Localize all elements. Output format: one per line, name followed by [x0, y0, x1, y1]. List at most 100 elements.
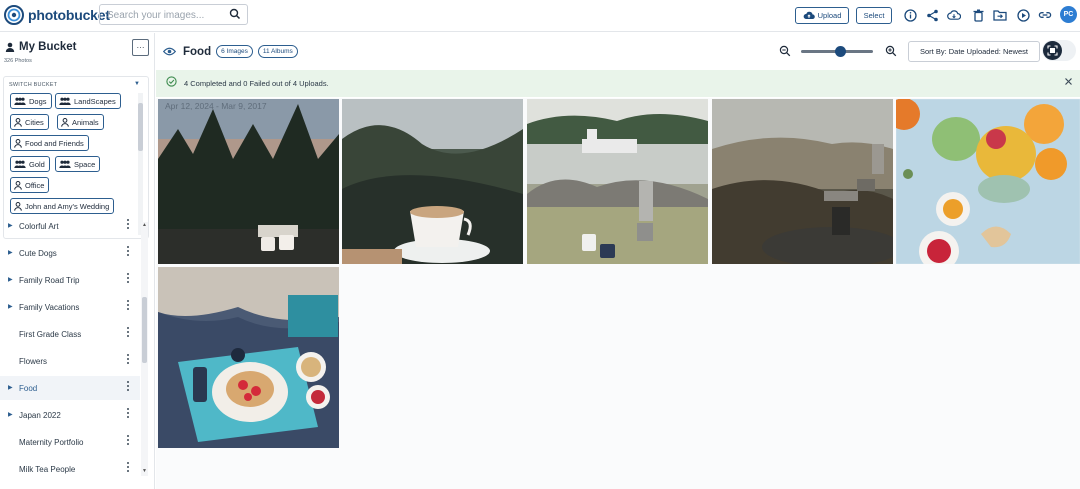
bucket-chip-dogs[interactable]: Dogs: [10, 93, 52, 109]
sort-dropdown[interactable]: Sort By: Date Uploaded: Newest: [908, 41, 1040, 62]
album-header: Food 6 Images 11 Albums Sort By: Date Up…: [156, 33, 1080, 69]
album-item-maternity-portfolio[interactable]: Maternity Portfolio: [0, 430, 140, 454]
link-icon[interactable]: [1038, 8, 1052, 22]
photo-thumbnail-breakfast-tray-bed[interactable]: [158, 267, 339, 448]
bucket-chip-food-and-friends[interactable]: Food and Friends: [10, 135, 89, 151]
cloud-download-icon[interactable]: [947, 8, 961, 22]
photo-coffee-mountain-view-image: [342, 99, 523, 264]
select-button[interactable]: Select: [856, 7, 892, 24]
bucket-chip-cities[interactable]: Cities: [10, 114, 49, 130]
search-input[interactable]: [100, 6, 220, 25]
kebab-menu-icon[interactable]: [125, 246, 131, 256]
album-item-flowers[interactable]: Flowers: [0, 349, 140, 373]
fullscreen-icon: [1047, 45, 1058, 56]
bucket-chip-label: Dogs: [29, 96, 47, 106]
caret-right-icon[interactable]: ▶: [8, 249, 13, 256]
bucket-title: My Bucket: [19, 41, 77, 53]
upload-button[interactable]: Upload: [795, 7, 849, 24]
bucket-chip-office[interactable]: Office: [10, 177, 50, 193]
album-label: Family Vacations: [19, 302, 80, 312]
bucket-chip-label: Space: [74, 159, 96, 169]
album-label: Family Road Trip: [19, 275, 80, 285]
close-icon[interactable]: [1064, 77, 1073, 86]
album-list-scrollbar[interactable]: ▲ ▼: [141, 222, 148, 476]
zoom-in-icon[interactable]: [885, 45, 897, 57]
album-label: Colorful Art: [19, 221, 59, 231]
kebab-menu-icon[interactable]: [125, 300, 131, 310]
caret-right-icon[interactable]: ▶: [8, 276, 13, 283]
bucket-chip-label: LandScapes: [74, 96, 116, 106]
upload-label: Upload: [817, 11, 842, 20]
move-to-folder-icon[interactable]: [993, 8, 1007, 22]
bucket-chip-gold[interactable]: Gold: [10, 156, 50, 172]
photo-thumbnail-coffee-mountain-view[interactable]: [342, 99, 523, 264]
chevron-down-icon[interactable]: ▼: [134, 81, 140, 87]
info-icon[interactable]: [903, 8, 917, 22]
album-label: Japan 2022: [19, 410, 61, 420]
person-icon: [14, 138, 22, 148]
zoom-out-icon[interactable]: [779, 45, 791, 57]
caret-right-icon[interactable]: ▶: [8, 384, 13, 391]
albums-count-pill[interactable]: 11 Albums: [257, 45, 298, 58]
bucket-chip-john-and-amys-wedding[interactable]: John and Amy's Wedding: [10, 198, 115, 214]
person-icon: [61, 117, 69, 127]
eye-icon[interactable]: [163, 47, 176, 56]
caret-right-icon[interactable]: ▶: [8, 303, 13, 310]
trash-icon[interactable]: [971, 8, 985, 22]
group-icon: [59, 97, 71, 105]
bucket-chip-label: Gold: [29, 159, 45, 169]
switch-bucket-label: SWITCH BUCKET: [9, 82, 58, 88]
search-icon[interactable]: [229, 8, 241, 20]
photo-coffee-cups-forest-image: [158, 99, 339, 264]
photo-thumbnail-camping-coffee-lake[interactable]: [527, 99, 708, 264]
share-icon[interactable]: [925, 8, 939, 22]
kebab-menu-icon[interactable]: [125, 462, 131, 472]
avatar[interactable]: PC: [1060, 6, 1077, 23]
photo-smoothie-bowls-image: [896, 99, 1080, 264]
kebab-menu-icon[interactable]: [125, 408, 131, 418]
scroll-up-arrow-icon[interactable]: ▲: [142, 222, 147, 228]
photo-gallery: Apr 12, 2024 - Mar 9, 2017: [156, 98, 1080, 489]
album-item-family-vacations[interactable]: ▶ Family Vacations: [0, 295, 140, 319]
caret-right-icon[interactable]: ▶: [8, 222, 13, 229]
bucket-chip-animals[interactable]: Animals: [57, 114, 104, 130]
kebab-menu-icon[interactable]: [125, 354, 131, 364]
bucket-chip-space[interactable]: Space: [55, 156, 101, 172]
group-icon: [14, 97, 26, 105]
photo-camp-stove-coffee-image: [712, 99, 893, 264]
view-toggle-knob: [1043, 41, 1062, 60]
album-item-food[interactable]: ▶ Food: [0, 376, 140, 400]
search-box: [99, 4, 248, 25]
album-item-milk-tea-people[interactable]: Milk Tea People: [0, 457, 140, 481]
album-label: Food: [19, 383, 38, 393]
photo-thumbnail-smoothie-bowls[interactable]: [896, 99, 1080, 264]
kebab-menu-icon[interactable]: [125, 219, 131, 229]
person-icon: [14, 117, 22, 127]
photo-thumbnail-camp-stove-coffee[interactable]: [712, 99, 893, 264]
slideshow-play-icon[interactable]: [1016, 8, 1030, 22]
view-toggle[interactable]: [1042, 40, 1076, 61]
kebab-menu-icon[interactable]: [125, 435, 131, 445]
kebab-menu-icon[interactable]: [125, 327, 131, 337]
album-title: Food: [183, 45, 212, 58]
album-item-family-road-trip[interactable]: ▶ Family Road Trip: [0, 268, 140, 292]
album-label: Milk Tea People: [19, 464, 76, 474]
kebab-menu-icon[interactable]: [125, 273, 131, 283]
photo-breakfast-tray-bed-image: [158, 267, 339, 448]
zoom-slider[interactable]: [801, 46, 873, 57]
album-item-japan-2022[interactable]: ▶ Japan 2022: [0, 403, 140, 427]
caret-right-icon[interactable]: ▶: [8, 411, 13, 418]
zoom-slider-knob[interactable]: [835, 46, 847, 57]
photobucket-logo[interactable]: photobucket: [4, 4, 110, 26]
person-icon: [5, 42, 15, 52]
album-item-first-grade-class[interactable]: First Grade Class: [0, 322, 140, 346]
album-label: Flowers: [19, 356, 48, 366]
scroll-down-arrow-icon[interactable]: ▼: [142, 468, 147, 474]
bucket-chip-landscapes[interactable]: LandScapes: [55, 93, 121, 109]
upload-status-alert: 4 Completed and 0 Failed out of 4 Upload…: [156, 70, 1080, 97]
album-item-colorful-art[interactable]: ▶ Colorful Art: [0, 214, 140, 238]
album-item-cute-dogs[interactable]: ▶ Cute Dogs: [0, 241, 140, 265]
photo-thumbnail-coffee-cups-forest[interactable]: [158, 99, 339, 264]
more-options-button[interactable]: ···: [132, 39, 149, 56]
kebab-menu-icon[interactable]: [125, 381, 131, 391]
